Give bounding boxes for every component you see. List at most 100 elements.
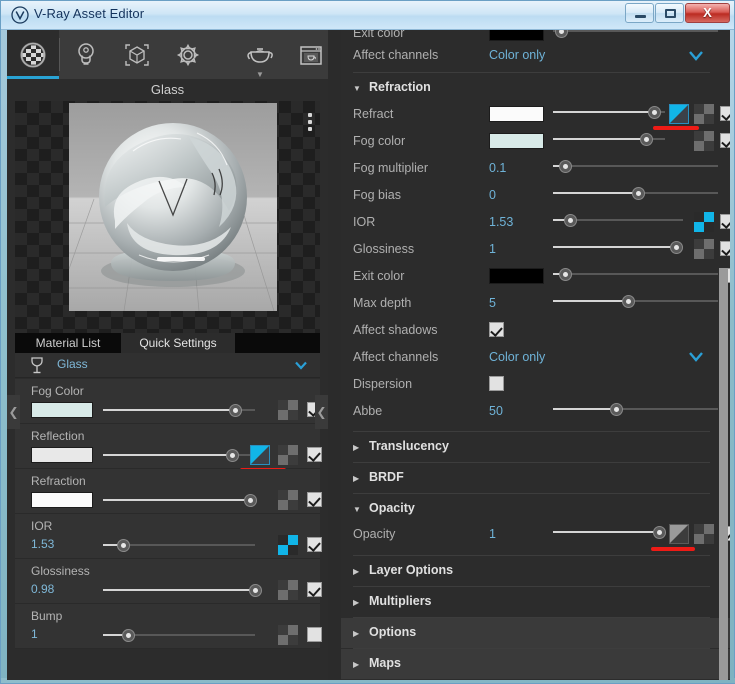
ior-value[interactable]: 1.53 bbox=[31, 537, 54, 551]
fog-multiplier-slider[interactable] bbox=[553, 159, 718, 173]
toolbar-materials-button[interactable] bbox=[7, 30, 59, 79]
toolbar-settings-button[interactable] bbox=[162, 30, 214, 79]
fog-bias-value[interactable]: 0 bbox=[489, 188, 496, 202]
row-opacity: Opacity 1 bbox=[341, 521, 730, 551]
render-window-icon bbox=[300, 45, 322, 65]
bump-value[interactable]: 1 bbox=[31, 627, 38, 641]
refraction-color-swatch[interactable] bbox=[31, 492, 93, 508]
bump-enable-checkbox[interactable] bbox=[307, 627, 322, 642]
max-depth-value[interactable]: 5 bbox=[489, 296, 496, 310]
bump-slider[interactable] bbox=[103, 628, 255, 642]
chevron-down-icon[interactable] bbox=[688, 50, 704, 61]
bump-texture-slot[interactable] bbox=[278, 625, 298, 645]
glossiness-enable-checkbox[interactable] bbox=[307, 582, 322, 597]
glossiness-enable-checkbox-right[interactable] bbox=[720, 241, 730, 256]
ior-texture-slot-right[interactable] bbox=[694, 212, 714, 232]
refraction-texture-slot[interactable] bbox=[278, 490, 298, 510]
exit-color-slider-top[interactable] bbox=[553, 30, 718, 38]
fog-color-slider-right[interactable] bbox=[553, 132, 665, 146]
ior-slider-right[interactable] bbox=[553, 213, 683, 227]
fog-multiplier-value[interactable]: 0.1 bbox=[489, 161, 506, 175]
section-header-translucency[interactable]: ▶ Translucency bbox=[341, 432, 730, 462]
tab-quick-settings-label: Quick Settings bbox=[139, 336, 217, 350]
left-panel-collapse-button[interactable]: ❮ bbox=[7, 395, 20, 429]
fog-color-swatch-right[interactable] bbox=[489, 133, 544, 149]
refract-enable-checkbox[interactable] bbox=[720, 106, 730, 121]
param-label: Affect channels bbox=[353, 350, 439, 364]
material-preview[interactable] bbox=[15, 101, 320, 333]
right-panel-scrollbar[interactable] bbox=[719, 268, 728, 680]
glossiness-texture-slot[interactable] bbox=[278, 580, 298, 600]
toolbar-lights-button[interactable] bbox=[60, 30, 112, 79]
exit-color-swatch[interactable] bbox=[489, 268, 544, 284]
refract-slider[interactable] bbox=[553, 105, 665, 119]
refraction-slider[interactable] bbox=[103, 493, 257, 507]
section-title: Layer Options bbox=[369, 563, 454, 577]
chevron-down-icon[interactable] bbox=[294, 358, 308, 372]
fog-color-swatch[interactable] bbox=[31, 402, 93, 418]
opacity-value[interactable]: 1 bbox=[489, 527, 496, 541]
glossiness-slider[interactable] bbox=[103, 583, 262, 597]
param-label: Dispersion bbox=[353, 377, 413, 391]
section-header-brdf[interactable]: ▶ BRDF bbox=[341, 463, 730, 493]
max-depth-slider[interactable] bbox=[553, 294, 718, 308]
glossiness-texture-slot-right[interactable] bbox=[694, 239, 714, 259]
section-header-opacity[interactable]: ▼ Opacity bbox=[341, 494, 730, 521]
refract-color-swatch[interactable] bbox=[489, 106, 544, 122]
abbe-slider[interactable] bbox=[553, 402, 718, 416]
section-header-multipliers[interactable]: ▶ Multipliers bbox=[341, 587, 730, 617]
opacity-gradient-slot[interactable] bbox=[669, 524, 689, 544]
reflection-texture-slot[interactable] bbox=[278, 445, 298, 465]
fog-color-texture-slot[interactable] bbox=[278, 400, 298, 420]
preview-options-icon[interactable] bbox=[308, 113, 312, 134]
section-header-maps[interactable]: ▶ Maps bbox=[341, 649, 730, 679]
toolbar-preview-shape-button[interactable]: ▼ bbox=[234, 30, 286, 79]
refract-texture-slot[interactable] bbox=[694, 104, 714, 124]
ior-enable-checkbox-right[interactable] bbox=[720, 214, 730, 229]
close-button[interactable]: X bbox=[685, 3, 730, 23]
tab-quick-settings[interactable]: Quick Settings bbox=[121, 333, 235, 353]
toolbar-geometry-button[interactable] bbox=[111, 30, 163, 79]
affect-channels-value[interactable]: Color only bbox=[489, 350, 545, 364]
fog-bias-slider[interactable] bbox=[553, 186, 718, 200]
refraction-enable-checkbox[interactable] bbox=[307, 492, 322, 507]
opacity-texture-slot[interactable] bbox=[694, 524, 714, 544]
left-panel-tabs: Material List Quick Settings bbox=[15, 333, 320, 353]
ior-texture-slot[interactable] bbox=[278, 535, 298, 555]
glossiness-value-right[interactable]: 1 bbox=[489, 242, 496, 256]
reflection-gradient-slot[interactable] bbox=[250, 445, 270, 465]
section-header-layer-options[interactable]: ▶ Layer Options bbox=[341, 556, 730, 586]
affect-channels-value-top[interactable]: Color only bbox=[489, 48, 545, 62]
abbe-value[interactable]: 50 bbox=[489, 404, 503, 418]
opacity-slider[interactable] bbox=[553, 525, 666, 539]
maximize-button[interactable] bbox=[655, 3, 684, 23]
fog-color-slider[interactable] bbox=[103, 403, 255, 417]
reflection-slider[interactable] bbox=[103, 448, 255, 462]
affect-shadows-checkbox[interactable] bbox=[489, 322, 504, 337]
dispersion-checkbox[interactable] bbox=[489, 376, 504, 391]
ior-slider[interactable] bbox=[103, 538, 255, 552]
section-header-options[interactable]: ▶ Options bbox=[341, 618, 730, 648]
material-selector-row[interactable]: Glass bbox=[15, 353, 320, 378]
exit-color-slider[interactable] bbox=[553, 267, 718, 281]
ior-value-right[interactable]: 1.53 bbox=[489, 215, 513, 229]
toolbar-render-view-button[interactable] bbox=[285, 30, 337, 79]
preview-shape-dropdown-caret-icon[interactable]: ▼ bbox=[256, 70, 264, 79]
glossiness-slider-right[interactable] bbox=[553, 240, 683, 254]
param-label: Affect channels bbox=[353, 48, 439, 62]
minimize-button[interactable] bbox=[625, 3, 654, 23]
reflection-enable-checkbox[interactable] bbox=[307, 447, 322, 462]
reflection-color-swatch[interactable] bbox=[31, 447, 93, 463]
section-header-refraction[interactable]: ▼ Refraction bbox=[341, 73, 730, 101]
panel-divider-collapse-button[interactable]: ❮ bbox=[315, 395, 328, 429]
ior-enable-checkbox[interactable] bbox=[307, 537, 322, 552]
main-toolbar: ▼ bbox=[7, 30, 328, 79]
row-abbe: Abbe 50 bbox=[341, 398, 730, 425]
fog-color-enable-checkbox-right[interactable] bbox=[720, 133, 730, 148]
tab-material-list[interactable]: Material List bbox=[15, 333, 121, 353]
refract-gradient-slot[interactable] bbox=[669, 104, 689, 124]
maximize-icon bbox=[665, 9, 676, 18]
glossiness-value[interactable]: 0.98 bbox=[31, 582, 54, 596]
fog-color-texture-slot-right[interactable] bbox=[694, 131, 714, 151]
chevron-down-icon[interactable] bbox=[688, 351, 704, 362]
